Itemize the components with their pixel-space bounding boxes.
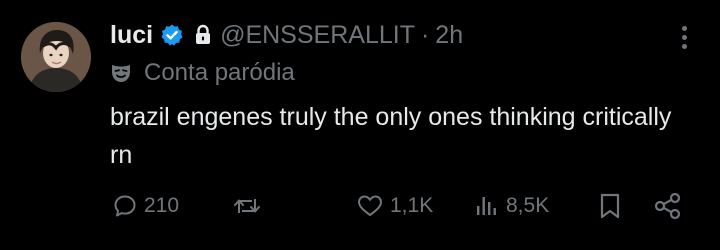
more-dot xyxy=(681,43,687,49)
bookmark-icon xyxy=(600,193,620,219)
bookmark-button[interactable] xyxy=(597,186,623,226)
share-icon xyxy=(654,192,681,220)
like-button[interactable]: 1,1K xyxy=(356,186,433,226)
tweet-text: brazil engenes truly the only ones think… xyxy=(110,103,672,169)
parody-label: Conta paródia xyxy=(144,59,295,86)
reply-button[interactable]: 210 xyxy=(112,186,179,226)
view-count: 8,5K xyxy=(506,194,550,217)
retweet-button[interactable] xyxy=(232,186,262,226)
timestamp[interactable]: 2h xyxy=(435,21,463,50)
reply-count: 210 xyxy=(144,194,180,217)
like-count: 1,1K xyxy=(390,194,434,217)
tweet-card[interactable]: luci @ENSSERALLIT · 2h Conta paródia bra… xyxy=(0,0,720,250)
user-handle[interactable]: @ENSSERALLIT xyxy=(220,21,415,50)
views-icon xyxy=(477,197,496,215)
more-dot xyxy=(681,25,687,31)
verified-badge-icon xyxy=(160,23,184,47)
lock-icon xyxy=(194,24,212,46)
like-icon xyxy=(358,195,382,216)
views-button[interactable]: 8,5K xyxy=(474,186,549,226)
reply-icon xyxy=(114,195,136,217)
display-name[interactable]: luci xyxy=(110,21,153,50)
retweet-icon xyxy=(234,199,260,213)
more-icon[interactable] xyxy=(676,22,692,52)
share-button[interactable] xyxy=(653,186,683,226)
separator-dot: · xyxy=(420,20,430,49)
more-dot xyxy=(681,34,687,40)
avatar[interactable] xyxy=(21,22,91,92)
tweet-header: luci @ENSSERALLIT · 2h xyxy=(110,17,463,53)
avatar-image xyxy=(21,22,91,92)
parody-badge: Conta paródia xyxy=(110,57,295,89)
parody-mask-icon xyxy=(110,62,132,84)
action-bar: 210 1,1K 8,5K xyxy=(0,186,720,226)
